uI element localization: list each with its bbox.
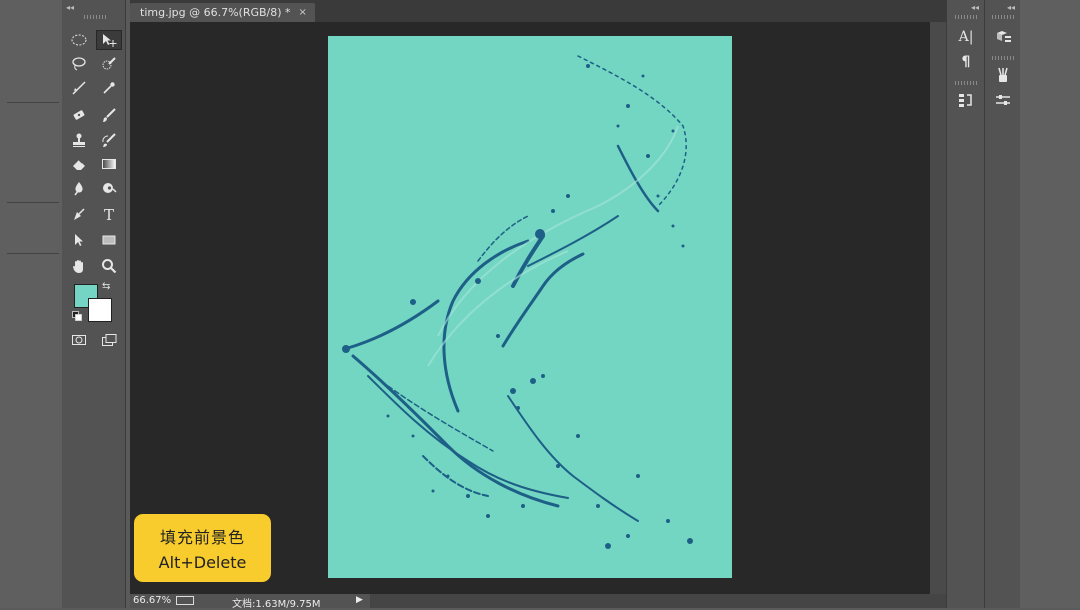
history-brush-icon[interactable] <box>96 130 122 150</box>
adjustments-panel-icon[interactable] <box>990 89 1016 111</box>
eyedropper-icon[interactable] <box>96 78 122 98</box>
zoom-preview-icon <box>176 596 194 605</box>
document-tab[interactable]: timg.jpg @ 66.7%(RGB/8) * × <box>130 3 315 22</box>
toolbox-grip[interactable] <box>84 15 106 19</box>
vertical-scrollbar[interactable] <box>930 22 946 594</box>
quick-selection-icon[interactable] <box>96 54 122 74</box>
shortcut-hint-overlay: 填充前景色 Alt+Delete <box>134 514 271 582</box>
hint-title: 填充前景色 <box>159 528 245 547</box>
dock-grip[interactable] <box>992 56 1014 60</box>
water-splash-image <box>342 55 693 549</box>
hand-icon[interactable] <box>66 256 92 276</box>
quick-mask-icon[interactable] <box>66 330 92 350</box>
layers-3d-panel-icon[interactable] <box>990 26 1016 48</box>
panel-dock-left: ◂◂ A| ¶ <box>946 0 984 608</box>
toolbox-divider <box>7 253 59 254</box>
elliptical-marquee-icon[interactable] <box>66 30 92 50</box>
lasso-icon[interactable] <box>66 54 92 74</box>
dock-grip[interactable] <box>992 15 1014 19</box>
dock-grip[interactable] <box>955 81 977 85</box>
gradient-icon[interactable] <box>96 154 122 174</box>
default-colors-icon[interactable] <box>72 311 82 321</box>
rectangle-icon[interactable] <box>96 230 122 250</box>
character-panel-icon[interactable]: A| <box>953 26 979 48</box>
left-backdrop <box>0 0 62 608</box>
blur-icon[interactable] <box>66 178 92 198</box>
zoom-icon[interactable] <box>96 256 122 276</box>
dock-grip[interactable] <box>955 15 977 19</box>
status-menu-arrow-icon[interactable]: ▶ <box>356 595 363 605</box>
pen-icon[interactable] <box>66 205 92 225</box>
dodge-icon[interactable] <box>96 178 122 198</box>
brush-icon[interactable] <box>96 105 122 125</box>
toolbox-divider <box>7 202 59 203</box>
document-tab-title: timg.jpg @ 66.7%(RGB/8) * <box>140 6 291 19</box>
path-selection-icon[interactable] <box>66 230 92 250</box>
background-color-swatch[interactable] <box>88 298 112 322</box>
toolbox-divider <box>7 102 59 103</box>
close-tab-icon[interactable]: × <box>299 3 307 22</box>
hint-shortcut: Alt+Delete <box>158 553 247 572</box>
history-panel-icon[interactable] <box>953 89 979 111</box>
paragraph-panel-icon[interactable]: ¶ <box>953 51 979 73</box>
document-image[interactable] <box>328 36 732 578</box>
swap-colors-icon[interactable]: ⇆ <box>102 281 110 292</box>
type-icon[interactable]: T <box>96 205 122 225</box>
crop-icon[interactable] <box>66 78 92 98</box>
panel-dock-right: ◂◂ <box>984 0 1020 608</box>
dock-collapse-icon[interactable]: ◂◂ <box>1007 3 1015 12</box>
screen-mode-icon[interactable] <box>96 330 122 350</box>
dock-collapse-icon[interactable]: ◂◂ <box>971 3 979 12</box>
clone-stamp-icon[interactable] <box>66 130 92 150</box>
right-backdrop <box>1020 0 1080 608</box>
zoom-level[interactable]: 66.67% <box>133 595 171 606</box>
move-icon[interactable] <box>96 30 122 50</box>
eraser-icon[interactable] <box>66 154 92 174</box>
toolbox-collapse-icon[interactable]: ◂◂ <box>66 3 74 12</box>
brush-presets-panel-icon[interactable] <box>990 64 1016 86</box>
spot-healing-icon[interactable] <box>66 105 92 125</box>
horizontal-scrollbar[interactable] <box>370 594 946 608</box>
